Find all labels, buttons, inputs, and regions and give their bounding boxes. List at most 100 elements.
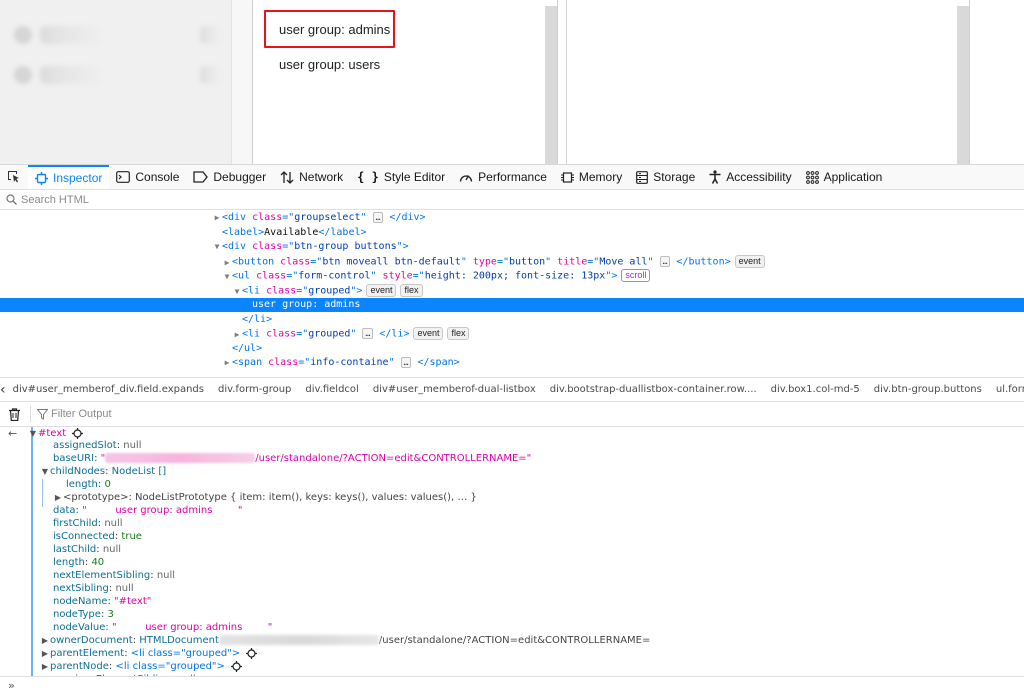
tab-application[interactable]: Application bbox=[799, 165, 890, 189]
event-badge[interactable]: event bbox=[366, 284, 397, 297]
search-html-bar bbox=[0, 190, 1024, 210]
breadcrumb-item[interactable]: div#user_memberof-dual-listbox bbox=[366, 384, 543, 395]
blurred-sidebar-item bbox=[40, 26, 100, 44]
prop-length-inner[interactable]: length: 0 bbox=[66, 478, 111, 491]
prop-prototype[interactable]: ▶ <prototype>: NodeListPrototype { item: … bbox=[53, 491, 477, 504]
breadcrumb-item[interactable]: div.bootstrap-duallistbox-container.row.… bbox=[543, 384, 764, 395]
collapsed-ellipsis-button[interactable]: … bbox=[372, 211, 384, 223]
expand-arrow-icon[interactable]: ▶ bbox=[53, 491, 63, 504]
expand-arrow-icon[interactable]: ▶ bbox=[40, 634, 50, 647]
blurred-sidebar-icon bbox=[14, 26, 32, 44]
blurred-sidebar-item bbox=[200, 26, 220, 44]
breadcrumb: ‹ div#user_memberof_div.field.expands di… bbox=[0, 377, 1024, 402]
breadcrumb-item[interactable]: div#user_memberof_div.field.expands bbox=[6, 384, 211, 395]
prop-baseURI[interactable]: baseURI: "/user/standalone/?ACTION=edit&… bbox=[53, 452, 531, 465]
markup-node-div-btn-group[interactable]: ▼ <div class="btn-group buttons"> bbox=[0, 240, 1024, 254]
node-target-icon[interactable] bbox=[246, 647, 258, 659]
console-output[interactable]: ← ▼ #text assignedSlot: null baseURI: "/u… bbox=[0, 427, 1024, 676]
listbox-scrollbar[interactable] bbox=[545, 6, 557, 164]
collapsed-ellipsis-button[interactable]: … bbox=[659, 256, 671, 267]
collapsed-ellipsis-button[interactable]: … bbox=[362, 328, 374, 339]
network-icon bbox=[280, 170, 294, 184]
markup-node-ul-form-control[interactable]: ▼ <ul class="form-control" style="height:… bbox=[0, 269, 1024, 283]
tab-accessibility[interactable]: Accessibility bbox=[702, 165, 798, 189]
markup-node-ul-close[interactable]: </ul> bbox=[0, 342, 1024, 356]
tab-network[interactable]: Network bbox=[273, 165, 350, 189]
node-target-icon[interactable] bbox=[231, 660, 243, 672]
markup-node-li-grouped-2[interactable]: ▶ <li class="grouped" … </li> event flex bbox=[0, 327, 1024, 341]
debugger-icon bbox=[193, 171, 209, 183]
markup-node-button-moveall[interactable]: ▶ <button class="btn moveall btn-default"… bbox=[0, 255, 1024, 269]
collapse-arrow-icon[interactable]: ▼ bbox=[28, 427, 38, 440]
clear-console-button[interactable] bbox=[0, 407, 28, 421]
breadcrumb-item[interactable]: div.btn-group.buttons bbox=[867, 384, 989, 395]
prop-nodeType[interactable]: nodeType: 3 bbox=[53, 608, 114, 621]
breadcrumb-item-current[interactable]: ul.form-control bbox=[989, 384, 1024, 395]
event-badge[interactable]: event bbox=[413, 327, 444, 340]
breadcrumb-item[interactable]: div.box1.col-md-5 bbox=[764, 384, 867, 395]
breadcrumb-item[interactable]: div.form-group bbox=[211, 384, 298, 395]
prop-assignedSlot[interactable]: assignedSlot: null bbox=[53, 439, 141, 452]
markup-node-div-groupselect[interactable]: ▶ <div class="groupselect" … </div> bbox=[0, 211, 1024, 225]
expand-arrow-icon[interactable]: ▶ bbox=[222, 256, 232, 270]
prop-nodeName[interactable]: nodeName: "#text" bbox=[53, 595, 151, 608]
storage-icon bbox=[636, 170, 649, 184]
collapse-arrow-icon[interactable]: ▼ bbox=[232, 285, 242, 299]
collapse-arrow-icon[interactable]: ▼ bbox=[40, 465, 50, 478]
tab-inspector[interactable]: Inspector bbox=[28, 165, 110, 189]
tab-console[interactable]: Console bbox=[109, 165, 186, 189]
selected-listbox[interactable] bbox=[566, 0, 970, 164]
element-picker-button[interactable] bbox=[0, 165, 28, 189]
tab-style-editor[interactable]: { } Style Editor bbox=[350, 165, 452, 189]
prop-ownerDocument[interactable]: ▶ ownerDocument: HTMLDocument/user/standa… bbox=[40, 634, 650, 647]
markup-node-li-grouped[interactable]: ▼ <li class="grouped"> event flex bbox=[0, 284, 1024, 298]
collapse-arrow-icon[interactable]: ▼ bbox=[212, 240, 222, 254]
markup-node-text-selected[interactable]: user group: admins bbox=[0, 298, 1024, 313]
result-arrow-icon: ← bbox=[8, 427, 18, 440]
filter-output-input[interactable] bbox=[51, 408, 351, 420]
collapsed-ellipsis-button[interactable]: … bbox=[400, 356, 412, 368]
markup-view[interactable]: ▶ <div class="groupselect" … </div> <labe… bbox=[0, 210, 1024, 377]
breadcrumb-item[interactable]: div.fieldcol bbox=[298, 384, 365, 395]
tab-performance[interactable]: Performance bbox=[452, 165, 554, 189]
markup-node-li-close[interactable]: </li> bbox=[0, 313, 1024, 327]
tab-memory[interactable]: Memory bbox=[554, 165, 629, 189]
console-input-row[interactable]: » bbox=[0, 676, 1024, 694]
expand-arrow-icon[interactable]: ▶ bbox=[40, 660, 50, 673]
tab-debugger[interactable]: Debugger bbox=[186, 165, 273, 189]
trash-icon bbox=[8, 407, 20, 421]
flex-badge[interactable]: flex bbox=[447, 327, 470, 340]
expand-arrow-icon[interactable]: ▶ bbox=[232, 328, 242, 342]
prop-isConnected[interactable]: isConnected: true bbox=[53, 530, 142, 543]
prop-data[interactable]: data: " user group: admins " bbox=[53, 504, 242, 517]
expand-arrow-icon[interactable]: ▶ bbox=[212, 211, 222, 225]
event-badge[interactable]: event bbox=[734, 255, 765, 268]
flex-badge[interactable]: flex bbox=[400, 284, 423, 297]
prop-parentNode[interactable]: ▶ parentNode: <li class="grouped"> bbox=[40, 660, 243, 673]
collapse-arrow-icon[interactable]: ▼ bbox=[222, 270, 232, 284]
expand-arrow-icon[interactable]: ▶ bbox=[40, 647, 50, 660]
prop-nodeValue[interactable]: nodeValue: " user group: admins " bbox=[53, 621, 272, 634]
search-html-input[interactable] bbox=[21, 193, 421, 206]
style-editor-icon: { } bbox=[357, 170, 379, 184]
prop-nextElementSibling[interactable]: nextElementSibling: null bbox=[53, 569, 175, 582]
redacted-url bbox=[218, 635, 379, 645]
prop-length[interactable]: length: 40 bbox=[53, 556, 104, 569]
tab-storage[interactable]: Storage bbox=[629, 165, 702, 189]
node-target-icon[interactable] bbox=[72, 427, 84, 439]
markup-node-label[interactable]: <label>Available</label> bbox=[0, 226, 1024, 240]
tab-label: Network bbox=[299, 170, 344, 184]
listbox-scrollbar[interactable] bbox=[957, 6, 969, 164]
prop-childNodes[interactable]: ▼ childNodes: NodeList [] bbox=[40, 465, 166, 478]
tab-label: Application bbox=[823, 170, 883, 184]
expand-arrow-icon[interactable]: ▶ bbox=[222, 356, 232, 370]
prop-parentElement[interactable]: ▶ parentElement: <li class="grouped"> bbox=[40, 647, 258, 660]
prop-lastChild[interactable]: lastChild: null bbox=[53, 543, 121, 556]
console-group-rail bbox=[31, 427, 33, 676]
console-result-row[interactable]: ← bbox=[8, 427, 17, 440]
prop-firstChild[interactable]: firstChild: null bbox=[53, 517, 123, 530]
prop-nextSibling[interactable]: nextSibling: null bbox=[53, 582, 134, 595]
markup-node-span-info[interactable]: ▶ <span class="info-containe" … </span> bbox=[0, 356, 1024, 370]
list-item-users[interactable]: user group: users bbox=[279, 57, 380, 72]
scroll-badge[interactable]: scroll bbox=[621, 269, 651, 282]
